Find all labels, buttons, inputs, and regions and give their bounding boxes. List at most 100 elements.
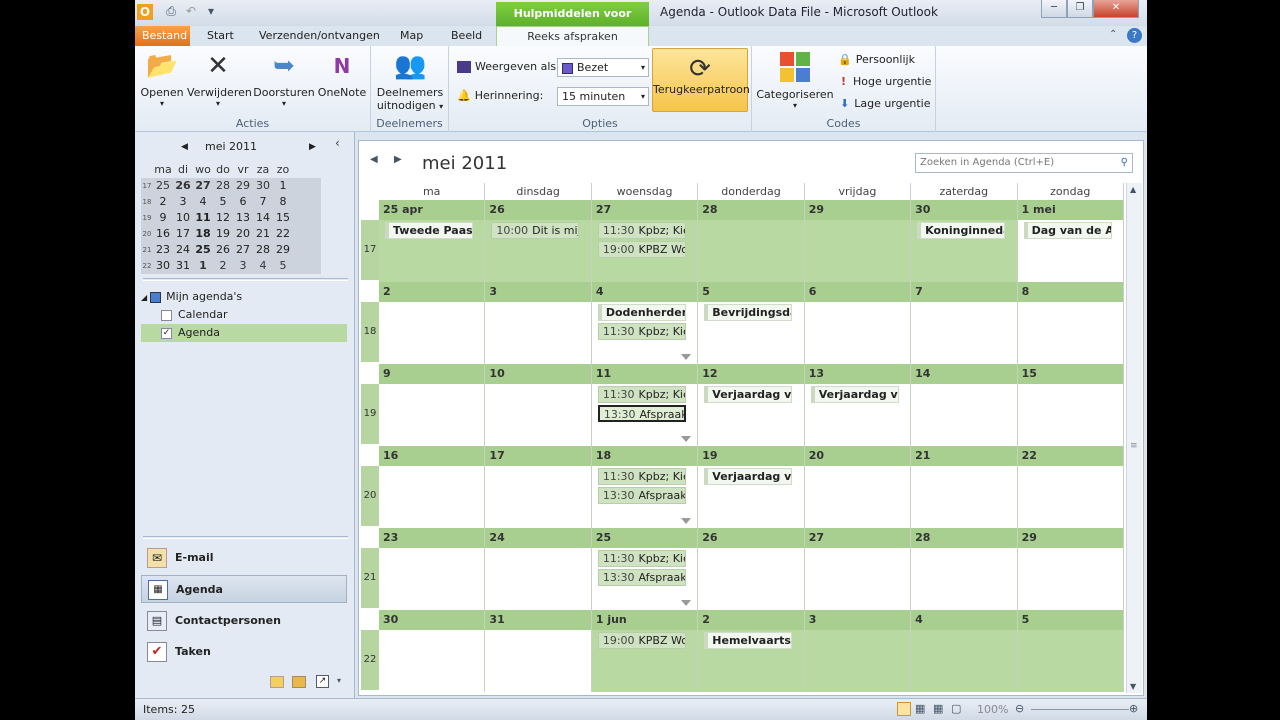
mini-day[interactable]: 9 [153, 210, 173, 226]
reminder-select[interactable]: 15 minuten ▾ [557, 87, 649, 106]
invite-attendees-button[interactable]: 👥 Deelnemers uitnodigen ▾ [375, 50, 445, 112]
nav-agenda[interactable]: ▦ Agenda [141, 575, 347, 603]
notes-icon[interactable] [270, 676, 284, 688]
day-cell[interactable]: 31 [485, 610, 592, 692]
mini-day[interactable]: 25 [193, 242, 213, 258]
scroll-thumb[interactable]: ≡ [1130, 441, 1138, 451]
mini-day[interactable]: 4 [253, 258, 273, 274]
day-cell[interactable]: 28 [911, 528, 1018, 610]
day-cell[interactable]: 4 Dodenherdenking 11:30Kpbz; Kiel [591, 282, 699, 364]
day-cell[interactable]: 16 [379, 446, 486, 528]
day-cell[interactable]: 24 [485, 528, 592, 610]
more-items-arrow-icon[interactable] [681, 518, 692, 524]
mini-day[interactable]: 22 [273, 226, 293, 242]
more-items-arrow-icon[interactable] [681, 600, 692, 606]
day-cell[interactable]: 27 [804, 528, 912, 610]
mini-day[interactable]: 28 [253, 242, 273, 258]
mini-day[interactable]: 7 [253, 194, 273, 210]
appointment[interactable]: 19:00KPBZ Wou [597, 241, 686, 258]
all-day-event[interactable]: Hemelvaartsdag [704, 632, 793, 649]
vertical-scrollbar[interactable]: ▲ ≡ ▼ [1126, 183, 1142, 693]
high-importance-button[interactable]: ! Hoge urgentie [838, 75, 931, 88]
mini-day[interactable]: 17 [173, 226, 193, 242]
mini-day[interactable]: 29 [273, 242, 293, 258]
appointment[interactable]: 13:30 Afspraak [597, 569, 686, 586]
mini-day[interactable]: 15 [273, 210, 293, 226]
mini-day[interactable]: 14 [253, 210, 273, 226]
search-icon[interactable]: ⚲ [1121, 154, 1128, 172]
more-items-arrow-icon[interactable] [681, 354, 692, 360]
recurrence-button[interactable]: ⟳ Terugkeerpatroon [652, 48, 750, 112]
all-day-event[interactable]: Tweede Paasdag [385, 222, 473, 239]
appointment[interactable]: 13:30 Afspraak [597, 487, 686, 504]
day-cell[interactable]: 15 [1017, 364, 1124, 446]
mini-day[interactable]: 23 [153, 242, 173, 258]
all-day-event[interactable]: Dag van de Arbeid [1023, 222, 1112, 239]
day-cell[interactable]: 1 jun 19:00KPBZ Wou [591, 610, 699, 692]
mini-day[interactable]: 1 [193, 258, 213, 274]
mini-day[interactable]: 1 [273, 178, 293, 194]
appointment[interactable]: 13:30 Afspraak [597, 405, 686, 422]
mini-day[interactable]: 28 [213, 178, 233, 194]
week-number[interactable]: 18 [361, 302, 379, 362]
day-cell[interactable]: 4 [911, 610, 1018, 692]
folder-icon[interactable] [292, 676, 306, 688]
collapse-pane-icon[interactable]: ‹ [335, 136, 340, 150]
mini-day[interactable]: 19 [213, 226, 233, 242]
forward-button[interactable]: ➥ Doorsturen ▾ [253, 50, 315, 108]
day-cell[interactable]: 17 [485, 446, 592, 528]
tab-map[interactable]: Map [393, 26, 430, 46]
day-cell[interactable]: 29 [804, 200, 912, 282]
shortcut-icon[interactable]: ↗ [316, 675, 329, 688]
mini-day[interactable]: 31 [173, 258, 193, 274]
week-number[interactable]: 20 [361, 466, 379, 526]
outlook-app-icon[interactable]: O [137, 4, 153, 20]
low-importance-button[interactable]: ⬇ Lage urgentie [838, 97, 931, 110]
day-cell[interactable]: 21 [911, 446, 1018, 528]
view-list-icon[interactable]: ▦ [915, 702, 925, 715]
week-number[interactable]: 22 [361, 630, 379, 690]
day-cell[interactable]: 5 Bevrijdingsdag [698, 282, 805, 364]
day-cell[interactable]: 5 [1017, 610, 1124, 692]
help-icon[interactable]: ? [1127, 28, 1142, 43]
mini-day[interactable]: 3 [233, 258, 253, 274]
all-day-event[interactable]: Koninginnedag [917, 222, 1006, 239]
onenote-button[interactable]: N OneNote [317, 50, 367, 99]
calendar-item-calendar[interactable]: Calendar [141, 306, 347, 324]
day-cell[interactable]: 3 [485, 282, 592, 364]
appointment[interactable]: 11:30Kpbz; Kiel [597, 386, 686, 403]
undo-icon[interactable]: ↶ [183, 3, 199, 19]
restore-button[interactable]: ❐ [1067, 0, 1093, 18]
minimize-button[interactable]: ─ [1041, 0, 1067, 18]
tab-start[interactable]: Start [200, 26, 241, 46]
mini-day[interactable]: 26 [213, 242, 233, 258]
mini-day[interactable]: 16 [153, 226, 173, 242]
send-receive-icon[interactable]: ⎙ [163, 3, 179, 19]
zoom-slider[interactable] [1031, 709, 1129, 710]
delete-button[interactable]: ✕ Verwijderen ▾ [187, 50, 252, 108]
view-reading-icon[interactable]: ▢ [951, 702, 961, 715]
day-cell[interactable]: 9 [379, 364, 486, 446]
mini-day[interactable]: 27 [233, 242, 253, 258]
day-cell[interactable]: 26 10:00Dit is mijn [485, 200, 592, 282]
my-calendars-group[interactable]: ◢ Mijn agenda's [141, 288, 347, 306]
mini-day[interactable]: 18 [193, 226, 213, 242]
close-button[interactable]: ✕ [1093, 0, 1139, 18]
zoom-out-icon[interactable]: ⊖ [1015, 702, 1024, 715]
mini-day[interactable]: 4 [193, 194, 213, 210]
tab-verzenden[interactable]: Verzenden/ontvangen [252, 26, 387, 46]
day-cell[interactable]: 14 [911, 364, 1018, 446]
mini-day[interactable]: 10 [173, 210, 193, 226]
day-cell[interactable]: 2511:30Kpbz; Kiel13:30Afspraak [591, 528, 699, 610]
mini-day[interactable]: 26 [173, 178, 193, 194]
mini-day[interactable]: 29 [233, 178, 253, 194]
zoom-in-icon[interactable]: ⊕ [1129, 702, 1138, 715]
mini-day[interactable]: 12 [213, 210, 233, 226]
week-number[interactable]: 21 [361, 548, 379, 608]
day-cell[interactable]: 6 [804, 282, 912, 364]
mini-day[interactable]: 30 [253, 178, 273, 194]
day-cell[interactable]: 26 [698, 528, 805, 610]
day-cell[interactable]: 3 [804, 610, 912, 692]
mini-day[interactable]: 13 [233, 210, 253, 226]
day-cell[interactable]: 28 [698, 200, 805, 282]
